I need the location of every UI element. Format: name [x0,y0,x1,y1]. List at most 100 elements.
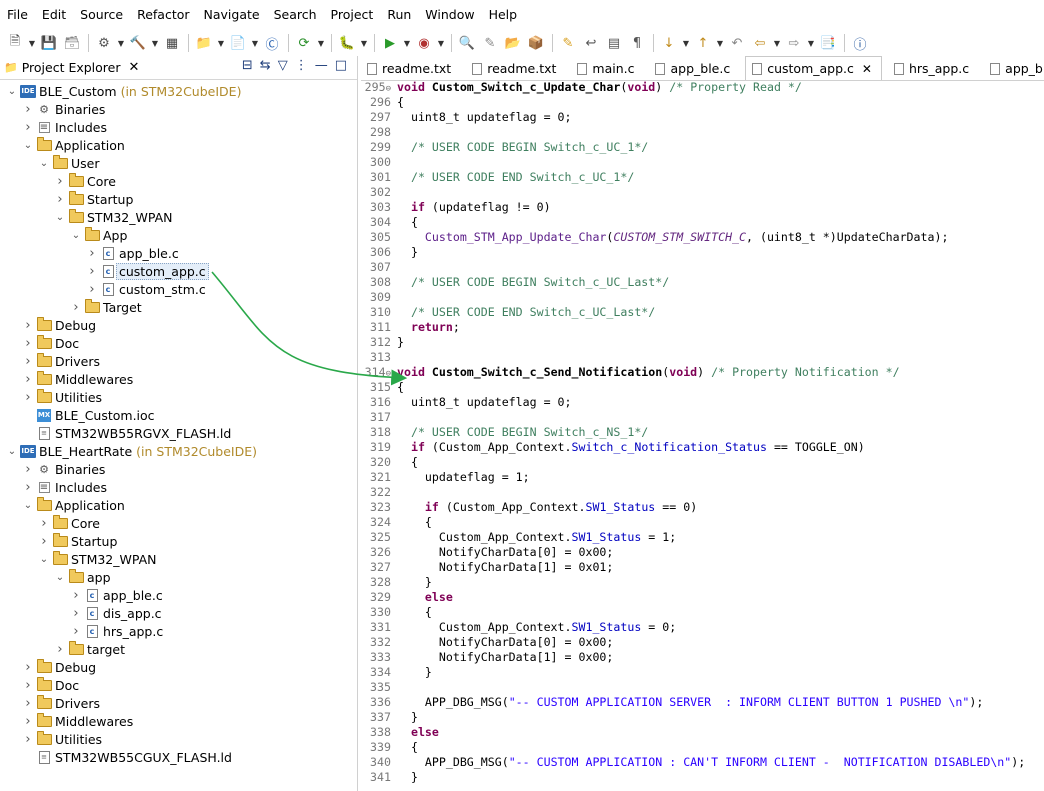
chevron-down-icon[interactable]: ▼ [806,33,816,53]
tree-item[interactable]: › c hrs_app.c [0,622,358,640]
menu-refactor[interactable]: Refactor [130,0,196,30]
tree-item[interactable]: › ≡ Includes [0,118,358,136]
tree-item[interactable]: ⌄ IDE BLE_HeartRate (in STM32CubeIDE) [0,442,358,460]
tree-item[interactable]: › c custom_app.c [0,262,358,280]
close-icon[interactable]: ✕ [862,62,872,76]
editor-tab[interactable]: app_ble.c [649,57,739,80]
chevron-right-icon[interactable]: › [22,660,34,675]
menu-project[interactable]: Project [324,0,381,30]
tree-item[interactable]: ⌄ STM32_WPAN [0,550,358,568]
chevron-right-icon[interactable]: › [22,372,34,387]
chevron-down-icon[interactable]: ▼ [436,33,446,53]
chevron-right-icon[interactable]: › [86,246,98,261]
tree-item[interactable]: › target [0,640,358,658]
chevron-right-icon[interactable]: › [22,696,34,711]
tree-item[interactable]: ⌄ Application [0,136,358,154]
tree-item[interactable]: › ≡ Includes [0,478,358,496]
open-type-icon[interactable]: 📂 [502,33,524,53]
tree-item[interactable]: › Debug [0,658,358,676]
chevron-right-icon[interactable]: › [22,390,34,405]
previous-annotation-icon[interactable]: ↑ [692,33,714,53]
chevron-down-icon[interactable]: ▼ [116,33,126,53]
mark-icon[interactable]: ✎ [479,33,501,53]
last-edit-icon[interactable]: ↶ [726,33,748,53]
block-selection-icon[interactable]: ▤ [603,33,625,53]
tree-item[interactable]: › c dis_app.c [0,604,358,622]
next-annotation-icon[interactable]: ↓ [658,33,680,53]
new-project-icon[interactable]: 📁 [193,33,215,53]
show-whitespace-icon[interactable]: ¶ [626,33,648,53]
refresh-icon[interactable]: ⟳ [293,33,315,53]
tree-item[interactable]: › Utilities [0,730,358,748]
chevron-right-icon[interactable]: › [22,102,34,117]
tree-item[interactable]: › Core [0,514,358,532]
tree-item[interactable]: MX BLE_Custom.ioc [0,406,358,424]
chevron-right-icon[interactable]: › [22,354,34,369]
tree-item[interactable]: › Drivers [0,694,358,712]
chevron-right-icon[interactable]: › [54,174,66,189]
tree-item[interactable]: › Doc [0,334,358,352]
menu-edit[interactable]: Edit [35,0,73,30]
menu-file[interactable]: File [0,0,35,30]
tree-item[interactable]: › Core [0,172,358,190]
save-all-icon[interactable]: 🗃 [61,33,83,53]
chevron-right-icon[interactable]: › [38,534,50,549]
binary-icon[interactable]: ▦ [161,33,183,53]
tree-item[interactable]: › Startup [0,190,358,208]
tree-item[interactable]: ⌄ STM32_WPAN [0,208,358,226]
new-icon[interactable]: 🗎 [4,33,26,53]
filter-icon[interactable]: ▽ [278,58,288,73]
chevron-right-icon[interactable]: › [22,678,34,693]
chevron-down-icon[interactable]: ⌄ [54,572,66,583]
chevron-right-icon[interactable]: › [22,480,34,495]
chevron-right-icon[interactable]: › [54,642,66,657]
new-class-icon[interactable]: Ⓒ [261,33,283,53]
editor-tab[interactable]: hrs_app.c [888,57,978,80]
run-icon[interactable]: ▶ [379,33,401,53]
new-source-icon[interactable]: 📄 [227,33,249,53]
tree-item[interactable]: › c app_ble.c [0,244,358,262]
search-icon[interactable]: 🔍 [456,33,478,53]
minimize-icon[interactable]: — [315,58,328,73]
tree-item[interactable]: ≡ STM32WB55CGUX_FLASH.ld [0,748,358,766]
tree-item[interactable]: ⌄ Application [0,496,358,514]
tree-item[interactable]: › Middlewares [0,370,358,388]
chevron-right-icon[interactable]: › [86,282,98,297]
hammer-icon[interactable]: 🔨 [127,33,149,53]
chevron-down-icon[interactable]: ⌄ [54,212,66,223]
chevron-down-icon[interactable]: ▼ [715,33,725,53]
tree-item[interactable]: › Doc [0,676,358,694]
chevron-down-icon[interactable]: ▼ [772,33,782,53]
editor-tab[interactable]: app_ble [984,57,1044,80]
chevron-down-icon[interactable]: ▼ [150,33,160,53]
tree-item[interactable]: ⌄ App [0,226,358,244]
tree-item[interactable]: › Debug [0,316,358,334]
back-icon[interactable]: ⇦ [749,33,771,53]
chevron-down-icon[interactable]: ▼ [316,33,326,53]
tree-item[interactable]: › c app_ble.c [0,586,358,604]
chevron-down-icon[interactable]: ▼ [250,33,260,53]
menu-run[interactable]: Run [380,0,418,30]
close-icon[interactable]: ✕ [129,60,140,75]
editor-tab[interactable]: readme.txt [361,57,460,80]
chevron-down-icon[interactable]: ▼ [27,33,37,53]
tree-item[interactable]: ⌄ User [0,154,358,172]
highlight-icon[interactable]: ✎ [557,33,579,53]
chevron-right-icon[interactable]: › [70,606,82,621]
editor-tab[interactable]: main.c [571,57,643,80]
save-icon[interactable]: 💾 [38,33,60,53]
chevron-down-icon[interactable]: ▼ [216,33,226,53]
editor-tab[interactable]: readme.txt [466,57,565,80]
fold-icon[interactable]: ⊖ [386,369,391,379]
editor-tab[interactable]: custom_app.c ✕ [745,56,882,80]
project-explorer-tab[interactable]: 📁 Project Explorer ✕ ⊟ ⇆ ▽ ⋮ — □ [0,56,357,80]
view-menu-icon[interactable]: ⋮ [295,58,308,73]
fold-icon[interactable]: ⊖ [386,84,391,94]
tree-item[interactable]: ≡ STM32WB55RGVX_FLASH.ld [0,424,358,442]
chevron-down-icon[interactable]: ⌄ [22,500,34,511]
tree-item[interactable]: ⌄ app [0,568,358,586]
chevron-down-icon[interactable]: ⌄ [6,446,18,457]
tree-item[interactable]: › Target [0,298,358,316]
chevron-down-icon[interactable]: ⌄ [22,140,34,151]
menu-navigate[interactable]: Navigate [197,0,267,30]
